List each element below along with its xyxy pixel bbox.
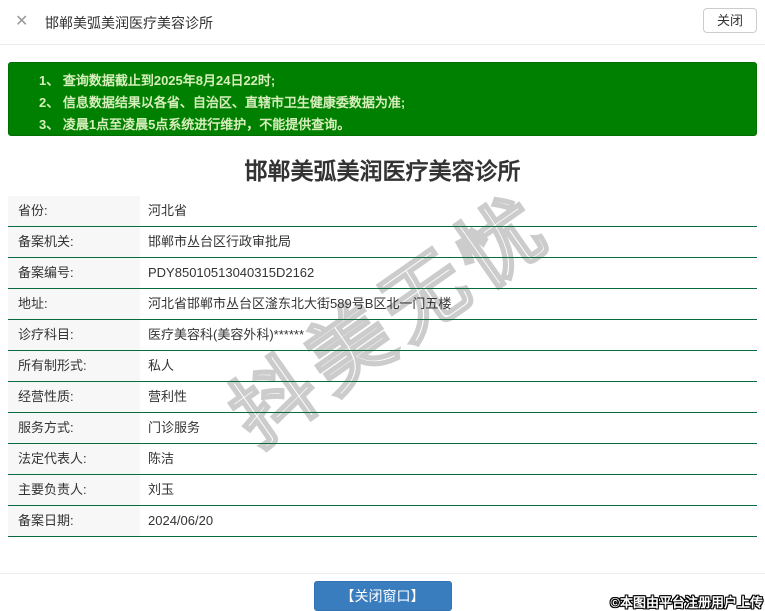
field-label: 法定代表人: (8, 444, 140, 474)
table-row: 诊疗科目: 医疗美容科(美容外科)****** (8, 320, 757, 351)
table-row: 主要负责人: 刘玉 (8, 475, 757, 506)
table-row: 经营性质: 营利性 (8, 382, 757, 413)
field-label: 备案机关: (8, 227, 140, 257)
close-icon[interactable]: ✕ (15, 12, 28, 32)
field-value: 私人 (140, 351, 757, 381)
dialog-title: 邯郸美弧美润医疗美容诊所 (45, 13, 213, 33)
close-window-button[interactable]: 【关闭窗口】 (314, 581, 452, 611)
footer-divider (0, 573, 765, 574)
field-value: 邯郸市丛台区行政审批局 (140, 227, 757, 257)
notice-line-2: 2、 信息数据结果以各省、自治区、直辖市卫生健康委数据为准; (39, 92, 746, 114)
table-row: 法定代表人: 陈洁 (8, 444, 757, 475)
notice-line-3: 3、 凌晨1点至凌晨5点系统进行维护，不能提供查询。 (39, 114, 746, 136)
field-value: 医疗美容科(美容外科)****** (140, 320, 757, 350)
title-bar: ✕ 邯郸美弧美润医疗美容诊所 关闭 (0, 0, 765, 45)
field-label: 备案编号: (8, 258, 140, 288)
table-row: 备案机关: 邯郸市丛台区行政审批局 (8, 227, 757, 258)
field-value: PDY85010513040315D2162 (140, 258, 757, 288)
field-label: 所有制形式: (8, 351, 140, 381)
close-button[interactable]: 关闭 (703, 8, 757, 33)
field-label: 地址: (8, 289, 140, 319)
table-row: 备案日期: 2024/06/20 (8, 506, 757, 537)
field-label: 服务方式: (8, 413, 140, 443)
field-label: 备案日期: (8, 506, 140, 536)
table-row: 服务方式: 门诊服务 (8, 413, 757, 444)
table-row: 地址: 河北省邯郸市丛台区滏东北大街589号B区北一门五楼 (8, 289, 757, 320)
field-value: 营利性 (140, 382, 757, 412)
table-row: 备案编号: PDY85010513040315D2162 (8, 258, 757, 289)
field-label: 诊疗科目: (8, 320, 140, 350)
field-label: 主要负责人: (8, 475, 140, 505)
field-label: 省份: (8, 196, 140, 226)
table-row: 省份: 河北省 (8, 196, 757, 227)
page-title: 邯郸美弧美润医疗美容诊所 (0, 152, 765, 186)
field-value: 门诊服务 (140, 413, 757, 443)
field-value: 刘玉 (140, 475, 757, 505)
field-value: 2024/06/20 (140, 506, 757, 536)
notice-line-1: 1、 查询数据截止到2025年8月24日22时; (39, 70, 746, 92)
notice-banner: 1、 查询数据截止到2025年8月24日22时; 2、 信息数据结果以各省、自治… (8, 62, 757, 136)
field-value: 河北省邯郸市丛台区滏东北大街589号B区北一门五楼 (140, 289, 757, 319)
copyright-stamp: ©本图由平台注册用户上传 (610, 592, 763, 611)
table-row: 所有制形式: 私人 (8, 351, 757, 382)
field-value: 河北省 (140, 196, 757, 226)
field-label: 经营性质: (8, 382, 140, 412)
info-table: 省份: 河北省 备案机关: 邯郸市丛台区行政审批局 备案编号: PDY85010… (8, 196, 757, 537)
record-dialog: ✕ 邯郸美弧美润医疗美容诊所 关闭 1、 查询数据截止到2025年8月24日22… (0, 0, 765, 611)
field-value: 陈洁 (140, 444, 757, 474)
